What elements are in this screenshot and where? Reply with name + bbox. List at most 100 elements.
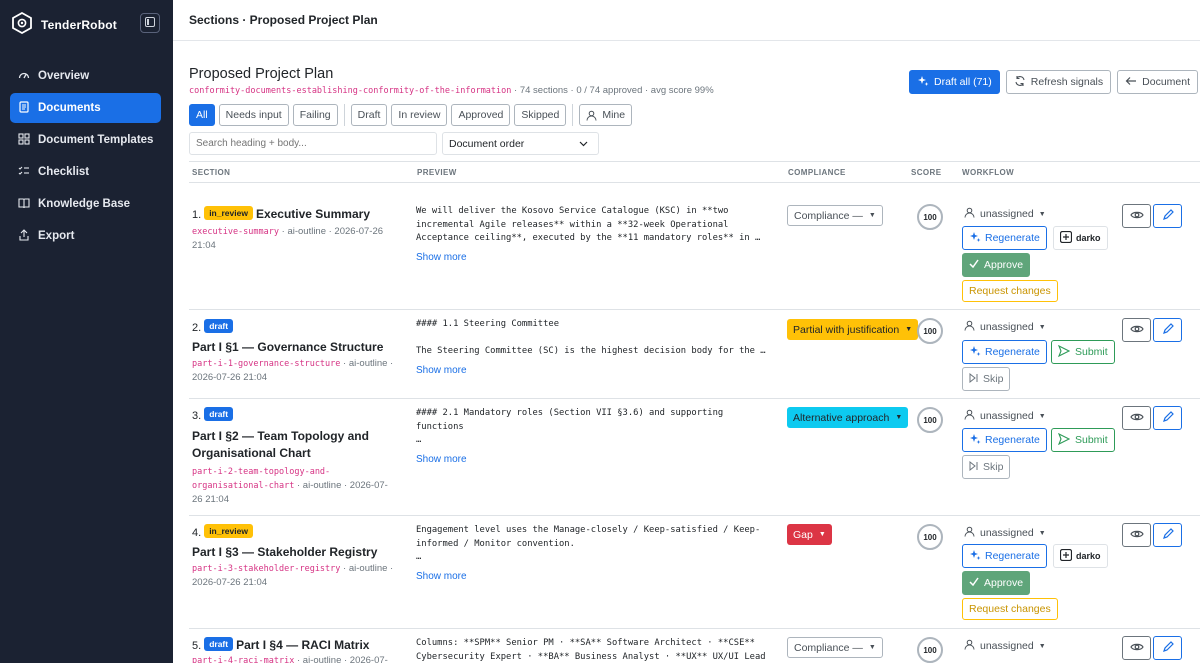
compliance-dropdown[interactable]: Alternative approach ▼	[787, 407, 909, 428]
show-more-link[interactable]: Show more	[416, 571, 467, 582]
regenerate-button[interactable]: Regenerate	[962, 226, 1047, 250]
filter-mine-label: Mine	[602, 109, 626, 121]
model-badge[interactable]: darko	[1053, 226, 1108, 250]
sidebar-item-knowledge-base[interactable]: Knowledge Base	[10, 189, 161, 219]
draft-all-button[interactable]: Draft all (71)	[909, 70, 1000, 94]
compliance-value: Alternative approach	[793, 411, 890, 424]
sidebar-item-documents[interactable]: Documents	[10, 93, 161, 123]
regenerate-button[interactable]: Regenerate	[962, 428, 1047, 452]
check-icon	[969, 577, 984, 589]
compliance-dropdown[interactable]: Compliance — ▼	[787, 637, 883, 658]
edit-button[interactable]	[1153, 318, 1182, 342]
show-more-link[interactable]: Show more	[416, 454, 467, 465]
refresh-signals-button[interactable]: Refresh signals	[1005, 70, 1112, 94]
section-date: 21:04	[192, 240, 216, 251]
column-header-score: SCORE	[911, 168, 942, 177]
model-name: darko	[1076, 233, 1101, 243]
filter-all[interactable]: All	[189, 104, 215, 126]
preview-line: incremental Agile releases** within a **…	[416, 219, 729, 230]
score-ring: 100	[917, 204, 943, 230]
assignee-dropdown[interactable]: unassigned ▼	[964, 639, 1046, 653]
sidebar-item-export[interactable]: Export	[10, 221, 161, 251]
filter-skipped[interactable]: Skipped	[514, 104, 567, 126]
section-slug: executive-summary	[192, 227, 279, 237]
assignee-dropdown[interactable]: unassigned ▼	[964, 207, 1046, 221]
compliance-dropdown[interactable]: Partial with justification ▼	[787, 319, 919, 340]
sidebar-item-overview[interactable]: Overview	[10, 61, 161, 91]
filter-failing[interactable]: Failing	[292, 104, 338, 126]
edit-button[interactable]	[1153, 406, 1182, 430]
compliance-dropdown[interactable]: Gap ▼	[787, 524, 832, 545]
edit-button[interactable]	[1153, 523, 1182, 547]
sidebar-item-document-templates[interactable]: Document Templates	[10, 125, 161, 155]
assignee-dropdown[interactable]: unassigned ▼	[964, 526, 1046, 540]
regenerate-button[interactable]: Regenerate	[962, 544, 1047, 568]
request-changes-button[interactable]: Request changes	[962, 598, 1058, 620]
approve-button[interactable]: Approve	[962, 571, 1031, 595]
edit-button[interactable]	[1153, 204, 1182, 228]
section-cell: 4. in_review Part I §3 — Stakeholder Regi…	[192, 524, 407, 590]
request-changes-button[interactable]: Request changes	[962, 280, 1058, 302]
section-cell: 5. draft Part I §4 — RACI Matrix part-i-4-…	[192, 637, 407, 663]
assignee-dropdown[interactable]: unassigned ▼	[964, 320, 1046, 334]
table-row: 2. draft Part I §1 — Governance Structure…	[189, 310, 1200, 399]
filter-draft[interactable]: Draft	[350, 104, 388, 126]
regenerate-label: Regenerate	[985, 346, 1040, 358]
show-more-link[interactable]: Show more	[416, 252, 467, 263]
document-stats: · 74 sections · 0 / 74 approved · avg sc…	[511, 85, 714, 96]
search-input[interactable]	[189, 132, 437, 155]
sidebar-collapse-button[interactable]	[140, 13, 160, 33]
section-title: Part I §3 — Stakeholder Registry	[192, 545, 378, 559]
submit-button[interactable]: Submit	[1051, 340, 1115, 364]
filter-in-review[interactable]: In review	[391, 104, 448, 126]
breadcrumb: Sections · Proposed Project Plan	[173, 0, 1200, 41]
model-badge[interactable]: darko	[1053, 544, 1108, 568]
assignee-dropdown[interactable]: unassigned ▼	[964, 409, 1046, 423]
caret-down-icon: ▼	[868, 644, 876, 651]
status-badge: draft	[204, 637, 234, 651]
score-ring: 100	[917, 318, 943, 344]
skip-button[interactable]: Skip	[962, 367, 1011, 391]
preview-button[interactable]	[1122, 406, 1151, 430]
preview-line: #### 1.1 Steering Committee	[416, 319, 559, 329]
brand[interactable]: TenderRobot	[11, 11, 117, 37]
preview-line: #### 2.1 Mandatory roles (Section VII §3…	[416, 408, 724, 418]
caret-down-icon: ▼	[868, 212, 876, 219]
submit-button[interactable]: Submit	[1051, 428, 1115, 452]
main-content: Sections · Proposed Project Plan Propose…	[173, 0, 1200, 663]
skip-button[interactable]: Skip	[962, 455, 1011, 479]
show-more-link[interactable]: Show more	[416, 365, 467, 376]
pencil-icon	[1162, 640, 1174, 656]
filter-approved[interactable]: Approved	[451, 104, 511, 126]
filter-needs-input[interactable]: Needs input	[218, 104, 289, 126]
preview-button[interactable]	[1122, 636, 1151, 660]
regenerate-button[interactable]: Regenerate	[962, 340, 1047, 364]
preview-line: informed / Monitor convention.	[416, 538, 575, 549]
edit-button[interactable]	[1153, 636, 1182, 660]
order-select[interactable]: Document order	[442, 132, 599, 155]
score-ring: 100	[917, 637, 943, 663]
filter-mine[interactable]: Mine	[579, 104, 633, 126]
approve-button[interactable]: Approve	[962, 253, 1031, 277]
submit-label: Submit	[1075, 434, 1108, 446]
back-to-document-button[interactable]: Document	[1117, 70, 1198, 94]
person-icon	[964, 409, 980, 423]
table-row: 5. draft Part I §4 — RACI Matrix part-i-4-…	[189, 629, 1200, 663]
pencil-icon	[1162, 322, 1174, 338]
pencil-icon	[1162, 410, 1174, 426]
compliance-dropdown[interactable]: Compliance — ▼	[787, 205, 883, 226]
sidebar-item-checklist[interactable]: Checklist	[10, 157, 161, 187]
preview-line: …	[416, 552, 422, 562]
status-badge: draft	[204, 407, 234, 421]
preview-button[interactable]	[1122, 523, 1151, 547]
preview-button[interactable]	[1122, 318, 1151, 342]
book-icon	[18, 197, 38, 212]
checklist-icon	[18, 165, 38, 180]
model-logo-icon	[1059, 230, 1076, 245]
section-title: Part I §2 — Team Topology and Organisatio…	[192, 428, 407, 462]
draft-all-label: Draft all (71)	[934, 76, 992, 88]
compliance-value: Gap	[793, 528, 813, 541]
document-summary: conformity-documents-establishing-confor…	[189, 85, 714, 96]
preview-button[interactable]	[1122, 204, 1151, 228]
header-actions: Draft all (71) Refresh signals Document	[909, 70, 1198, 94]
